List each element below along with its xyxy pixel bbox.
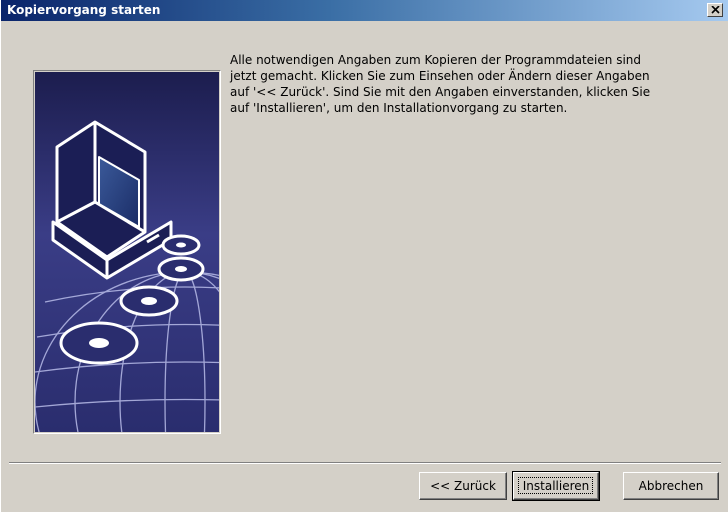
- description-text: Alle notwendigen Angaben zum Kopieren de…: [230, 53, 651, 115]
- title-bar[interactable]: Kopiervorgang starten: [1, 0, 728, 21]
- close-button[interactable]: [707, 3, 723, 17]
- footer-divider-highlight: [9, 463, 721, 464]
- cancel-button[interactable]: Abbrechen: [623, 472, 719, 500]
- window-title: Kopiervorgang starten: [7, 3, 161, 17]
- install-button[interactable]: Installieren: [512, 471, 600, 501]
- back-button[interactable]: << Zurück: [419, 472, 507, 500]
- installer-dialog: Kopiervorgang starten Alle notwendigen A…: [0, 0, 728, 512]
- computer-cd-globe-illustration: [35, 72, 219, 432]
- close-icon: [711, 6, 720, 14]
- focus-rectangle: [518, 477, 593, 494]
- setup-illustration: [35, 72, 219, 432]
- setup-illustration-frame: [33, 70, 221, 434]
